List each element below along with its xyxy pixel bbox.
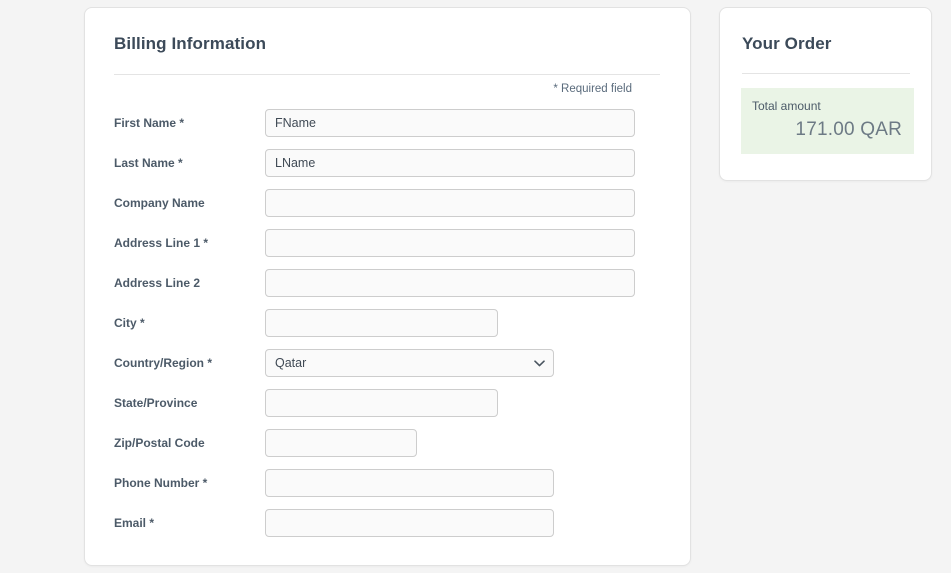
required-field-note: * Required field xyxy=(114,83,660,95)
input-last-name[interactable] xyxy=(265,149,635,177)
input-email[interactable] xyxy=(265,509,554,537)
label-first-name: First Name * xyxy=(114,116,265,130)
total-amount-value: 171.00 QAR xyxy=(752,119,902,141)
form-row-address-line-1: Address Line 1 * xyxy=(114,223,660,263)
input-state-province[interactable] xyxy=(265,389,498,417)
checkout-page: Billing Information * Required field Fir… xyxy=(0,0,951,573)
input-phone-number[interactable] xyxy=(265,469,554,497)
input-city[interactable] xyxy=(265,309,498,337)
label-company-name: Company Name xyxy=(114,196,265,210)
billing-information-card: Billing Information * Required field Fir… xyxy=(84,7,691,566)
label-zip-postal-code: Zip/Postal Code xyxy=(114,436,265,450)
input-first-name[interactable] xyxy=(265,109,635,137)
form-row-company-name: Company Name xyxy=(114,183,660,223)
label-email: Email * xyxy=(114,516,265,530)
label-state-province: State/Province xyxy=(114,396,265,410)
billing-section-title: Billing Information xyxy=(114,34,660,56)
select-wrap-country-region: Qatar xyxy=(265,349,554,377)
form-row-city: City * xyxy=(114,303,660,343)
input-zip-postal-code[interactable] xyxy=(265,429,417,457)
billing-card-body: Billing Information * Required field Fir… xyxy=(85,8,690,543)
select-country-region[interactable]: Qatar xyxy=(265,349,554,377)
total-amount-label: Total amount xyxy=(752,99,902,113)
input-address-line-2[interactable] xyxy=(265,269,635,297)
input-address-line-1[interactable] xyxy=(265,229,635,257)
label-address-line-2: Address Line 2 xyxy=(114,276,265,290)
label-country-region: Country/Region * xyxy=(114,356,265,370)
label-address-line-1: Address Line 1 * xyxy=(114,236,265,250)
label-city: City * xyxy=(114,316,265,330)
form-row-country-region: Country/Region *Qatar xyxy=(114,343,660,383)
form-row-zip-postal-code: Zip/Postal Code xyxy=(114,423,660,463)
billing-title-divider xyxy=(114,74,660,75)
order-section-title: Your Order xyxy=(742,34,910,56)
label-last-name: Last Name * xyxy=(114,156,265,170)
form-row-address-line-2: Address Line 2 xyxy=(114,263,660,303)
order-summary-card: Your Order Total amount 171.00 QAR xyxy=(719,7,932,181)
form-row-phone-number: Phone Number * xyxy=(114,463,660,503)
input-company-name[interactable] xyxy=(265,189,635,217)
total-amount-box: Total amount 171.00 QAR xyxy=(741,88,914,154)
billing-form: First Name * Last Name * Company Name Addre… xyxy=(114,103,660,543)
label-phone-number: Phone Number * xyxy=(114,476,265,490)
form-row-first-name: First Name * xyxy=(114,103,660,143)
order-card-body: Your Order Total amount 171.00 QAR xyxy=(720,8,931,154)
order-title-divider xyxy=(742,73,910,74)
form-row-last-name: Last Name * xyxy=(114,143,660,183)
form-row-state-province: State/Province xyxy=(114,383,660,423)
form-row-email: Email * xyxy=(114,503,660,543)
